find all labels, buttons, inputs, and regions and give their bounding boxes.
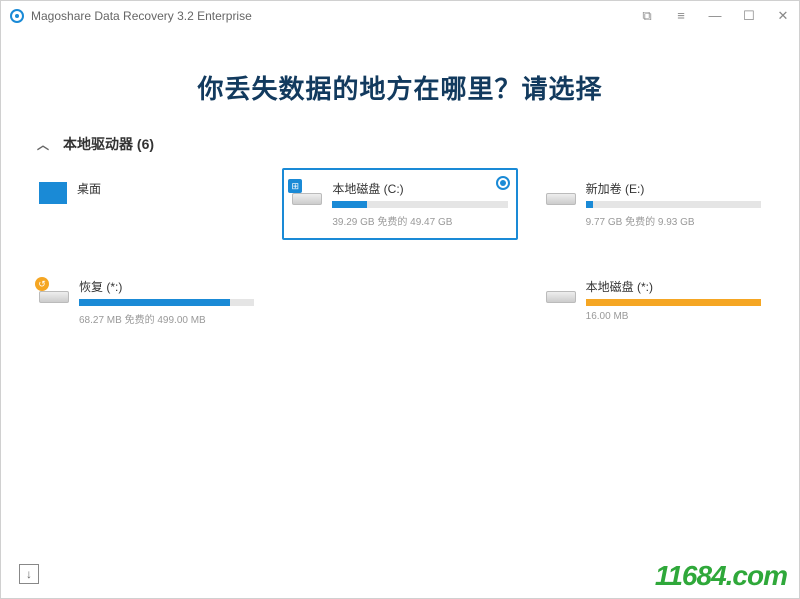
drive-stats: 16.00 MB (586, 311, 761, 322)
desktop-icon (39, 182, 67, 204)
watermark: 11684.com (655, 560, 787, 592)
import-icon[interactable]: ↓ (19, 564, 39, 584)
usage-bar (332, 201, 507, 208)
usage-bar (586, 299, 761, 306)
chevron-up-icon: ︿ (37, 136, 49, 153)
help-icon[interactable]: ⧉ (639, 8, 655, 24)
drive-stats: 39.29 GB 免费的 49.47 GB (332, 213, 507, 228)
section-label: 本地驱动器 (6) (63, 134, 154, 154)
hdd-icon (546, 278, 576, 308)
usage-bar (586, 201, 761, 208)
drive-stats: 68.27 MB 免费的 499.00 MB (79, 311, 254, 326)
page-title: 你丢失数据的地方在哪里？请选择 (1, 69, 799, 106)
app-window: Magoshare Data Recovery 3.2 Enterprise ⧉… (0, 0, 800, 599)
close-icon[interactable]: ✕ (775, 8, 791, 24)
app-icon (9, 8, 25, 24)
hdd-icon: ⊞ (292, 180, 322, 210)
minimize-icon[interactable]: — (707, 8, 723, 24)
drive-stats: 9.77 GB 免费的 9.93 GB (586, 213, 761, 228)
drive-label: 恢复 (*:) (79, 278, 254, 295)
drive-desktop[interactable]: 桌面 (29, 168, 264, 240)
maximize-icon[interactable]: ☐ (741, 8, 757, 24)
drive-recovery[interactable]: ↺ 恢复 (*:) 68.27 MB 免费的 499.00 MB (29, 266, 264, 338)
menu-icon[interactable]: ≡ (673, 8, 689, 24)
drive-label: 本地磁盘 (C:) (332, 180, 507, 197)
hdd-icon (546, 180, 576, 210)
window-controls: ⧉ ≡ — ☐ ✕ (639, 8, 791, 24)
usage-bar (79, 299, 254, 306)
drive-label: 桌面 (77, 180, 254, 197)
drive-new-volume-e[interactable]: 新加卷 (E:) 9.77 GB 免费的 9.93 GB (536, 168, 771, 240)
drive-grid: 桌面 ⊞ 本地磁盘 (C:) 39.29 GB 免费的 49.47 GB 新加卷… (1, 168, 799, 338)
app-title: Magoshare Data Recovery 3.2 Enterprise (31, 9, 639, 23)
drive-label: 本地磁盘 (*:) (586, 278, 761, 295)
drive-local-disk-star[interactable]: 本地磁盘 (*:) 16.00 MB (536, 266, 771, 338)
drive-label: 新加卷 (E:) (586, 180, 761, 197)
drive-local-disk-c[interactable]: ⊞ 本地磁盘 (C:) 39.29 GB 免费的 49.47 GB (282, 168, 517, 240)
hdd-icon: ↺ (39, 278, 69, 308)
section-local-drives[interactable]: ︿ 本地驱动器 (6) (1, 134, 799, 154)
titlebar: Magoshare Data Recovery 3.2 Enterprise ⧉… (1, 1, 799, 31)
